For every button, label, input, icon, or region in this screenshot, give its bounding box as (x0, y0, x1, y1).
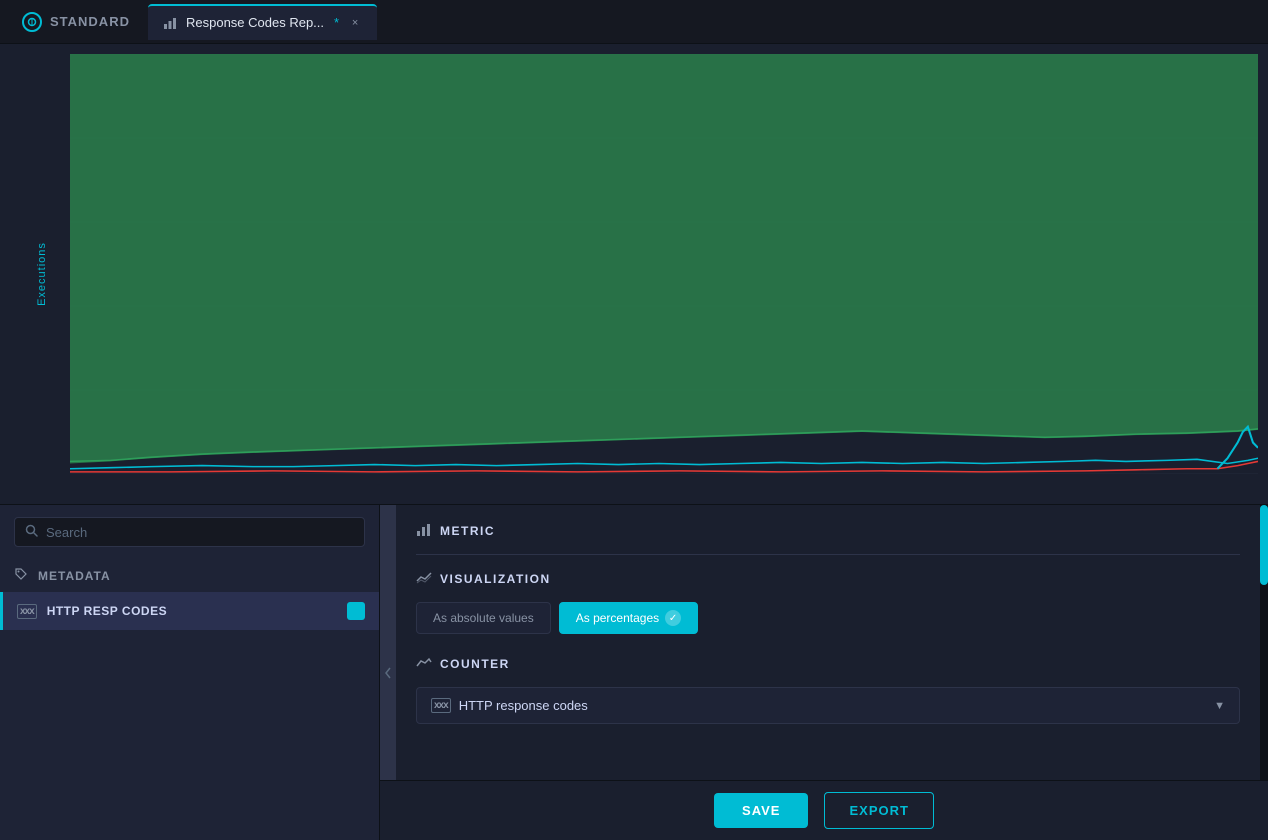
percentages-button[interactable]: As percentages ✓ (559, 602, 698, 634)
metric-title: METRIC (440, 524, 495, 538)
sidebar-item-http-resp-codes[interactable]: xxx HTTP RESP CODES (0, 592, 379, 630)
metric-section-header: METRIC (416, 521, 1240, 540)
logo-icon (22, 12, 42, 32)
logo-label: STANDARD (50, 14, 130, 29)
save-button[interactable]: SAVE (714, 793, 808, 828)
counter-icon (416, 654, 432, 673)
scrollbar-thumb[interactable] (1260, 505, 1268, 585)
percentages-label: As percentages (576, 611, 659, 625)
counter-xxx-icon: xxx (431, 698, 451, 713)
chart-y-label: Executions (36, 242, 48, 306)
visualization-section-header: VISUALIZATION (416, 569, 1240, 588)
tab-chart-icon (162, 15, 178, 31)
visualization-title: VISUALIZATION (440, 572, 551, 586)
dropdown-arrow-icon: ▼ (1214, 700, 1225, 712)
bottom-panel: METADATA xxx HTTP RESP CODES METRIC (0, 504, 1268, 840)
xxx-icon: xxx (17, 604, 37, 619)
counter-title: COUNTER (440, 657, 510, 671)
search-box[interactable] (14, 517, 365, 547)
tab-modified: * (334, 15, 339, 30)
check-icon: ✓ (665, 610, 681, 626)
search-icon (25, 524, 38, 540)
tab-close-button[interactable]: × (347, 15, 363, 31)
counter-section-header: COUNTER (416, 654, 1240, 673)
absolute-values-button[interactable]: As absolute values (416, 602, 551, 634)
search-input[interactable] (46, 525, 354, 540)
export-button[interactable]: EXPORT (824, 792, 933, 829)
counter-dropdown[interactable]: xxx HTTP response codes ▼ (416, 687, 1240, 724)
visualization-icon (416, 569, 432, 588)
tab-label: Response Codes Rep... (186, 15, 324, 30)
metadata-label: METADATA (38, 569, 111, 583)
metric-icon (416, 521, 432, 540)
counter-dropdown-label: HTTP response codes (459, 698, 1206, 713)
divider-1 (416, 554, 1240, 555)
active-tab[interactable]: Response Codes Rep... * × (148, 4, 377, 40)
chart-svg: 100 80 60 40 20 0 14:41 14:42 14:43 14:4… (70, 54, 1258, 474)
sidebar-item-label: HTTP RESP CODES (47, 604, 337, 618)
counter-section: COUNTER xxx HTTP response codes ▼ (416, 654, 1240, 724)
viz-buttons: As absolute values As percentages ✓ (416, 602, 1240, 634)
chart-area: Executions 100 80 60 40 20 0 14:41 14:42… (0, 44, 1268, 504)
sidebar-section-metadata[interactable]: METADATA (0, 559, 379, 592)
title-bar: STANDARD Response Codes Rep... * × (0, 0, 1268, 44)
tag-icon (14, 567, 28, 584)
action-bar: SAVE EXPORT (380, 780, 1268, 840)
left-sidebar: METADATA xxx HTTP RESP CODES (0, 505, 380, 840)
sidebar-item-badge (347, 602, 365, 620)
logo-tab[interactable]: STANDARD (8, 6, 144, 38)
